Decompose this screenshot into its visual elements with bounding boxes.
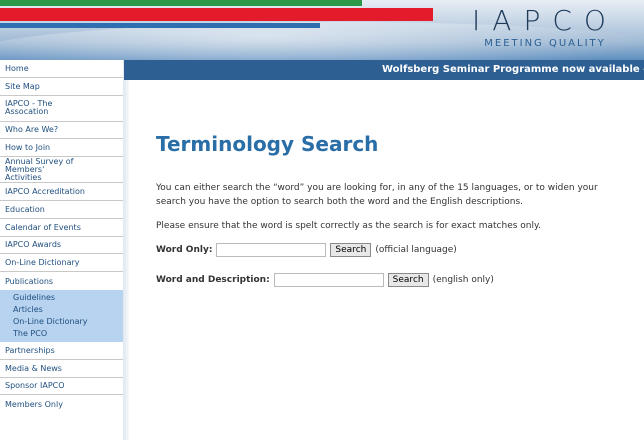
- sidebar-item-label: Publications: [5, 276, 54, 286]
- submenu-item-the-pco[interactable]: The PCO: [13, 328, 124, 340]
- sidebar-item-label: Calendar of Events: [5, 222, 81, 232]
- sidebar-item-home[interactable]: Home: [0, 60, 124, 78]
- word-description-search-row: Word and Description: Search (english on…: [156, 273, 494, 287]
- sidebar-item-label: IAPCO Awards: [5, 240, 62, 250]
- sidebar-item-who-are-we[interactable]: Who Are We?: [0, 122, 124, 140]
- sidebar-item-label: Home: [5, 63, 29, 73]
- sidebar-item-label: Who Are We?: [5, 125, 59, 135]
- word-only-search-row: Word Only: Search (official language): [156, 243, 457, 257]
- sidebar-item-site-map[interactable]: Site Map: [0, 78, 124, 96]
- sidebar-item-label: On-Line Dictionary: [5, 258, 80, 268]
- sidebar-nav: Home Site Map IAPCO - The Assocation Who…: [0, 60, 124, 440]
- sidebar-item-members-only[interactable]: Members Only: [0, 395, 124, 413]
- news-ticker[interactable]: Wolfsberg Seminar Programme now availabl…: [124, 60, 644, 80]
- logo-name: IAPCO: [472, 4, 618, 37]
- sidebar-item-label: How to Join: [5, 143, 51, 153]
- sidebar-item-label: IAPCO Accreditation: [5, 187, 85, 197]
- sidebar-item-label: Media & News: [5, 363, 62, 373]
- logo-tagline: MEETING QUALITY: [484, 38, 606, 49]
- sidebar-item-label: Education: [5, 204, 45, 214]
- word-only-label: Word Only:: [156, 245, 213, 255]
- sidebar-item-label: Annual Survey of Members' Activities: [5, 156, 74, 182]
- sidebar-item-publications[interactable]: Publications: [0, 272, 124, 290]
- word-description-search-button[interactable]: Search: [387, 273, 429, 287]
- sidebar-item-sponsor[interactable]: Sponsor IAPCO: [0, 378, 124, 396]
- sidebar-item-label: Members Only: [5, 399, 63, 409]
- header-stripe-green: [0, 0, 362, 6]
- sidebar-item-how-to-join[interactable]: How to Join: [0, 139, 124, 158]
- sidebar-item-label: Partnerships: [5, 345, 55, 355]
- intro-text: You can either search the “word” you are…: [156, 183, 598, 207]
- sidebar-item-awards[interactable]: IAPCO Awards: [0, 237, 124, 255]
- site-header: IAPCO MEETING QUALITY: [0, 0, 644, 60]
- page-title: Terminology Search: [156, 132, 379, 156]
- word-only-input[interactable]: [216, 243, 327, 257]
- sidebar-item-label: Site Map: [5, 81, 40, 91]
- submenu-item-articles[interactable]: Articles: [13, 304, 124, 316]
- sidebar-item-label: Sponsor IAPCO: [5, 381, 65, 391]
- header-stripe-blue: [0, 23, 320, 28]
- word-only-search-button[interactable]: Search: [330, 243, 372, 257]
- sidebar-shadow: [123, 60, 129, 440]
- header-stripe-red: [0, 8, 433, 21]
- word-description-input[interactable]: [273, 273, 384, 287]
- publications-submenu: Guidelines Articles On-Line Dictionary T…: [0, 289, 124, 342]
- sidebar-item-label: IAPCO - The Assocation: [5, 99, 53, 117]
- sidebar-item-association[interactable]: IAPCO - The Assocation: [0, 96, 124, 122]
- submenu-item-online-dictionary[interactable]: On-Line Dictionary: [13, 316, 124, 328]
- ticker-text: Wolfsberg Seminar Programme now availabl…: [382, 64, 644, 75]
- word-description-hint: (english only): [432, 275, 494, 285]
- sidebar-item-education[interactable]: Education: [0, 201, 124, 219]
- sidebar-item-calendar[interactable]: Calendar of Events: [0, 219, 124, 237]
- sidebar-item-online-dictionary[interactable]: On-Line Dictionary: [0, 254, 124, 273]
- sidebar-item-partnerships[interactable]: Partnerships: [0, 342, 124, 360]
- iapco-logo[interactable]: IAPCO MEETING QUALITY: [470, 4, 620, 50]
- word-description-label: Word and Description:: [156, 275, 270, 285]
- sidebar-item-accreditation[interactable]: IAPCO Accreditation: [0, 183, 124, 201]
- sidebar-item-media-news[interactable]: Media & News: [0, 360, 124, 378]
- submenu-item-guidelines[interactable]: Guidelines: [13, 292, 124, 304]
- note-text: Please ensure that the word is spelt cor…: [156, 221, 541, 231]
- sidebar-item-annual-survey[interactable]: Annual Survey of Members' Activities: [0, 156, 124, 184]
- word-only-hint: (official language): [375, 245, 457, 255]
